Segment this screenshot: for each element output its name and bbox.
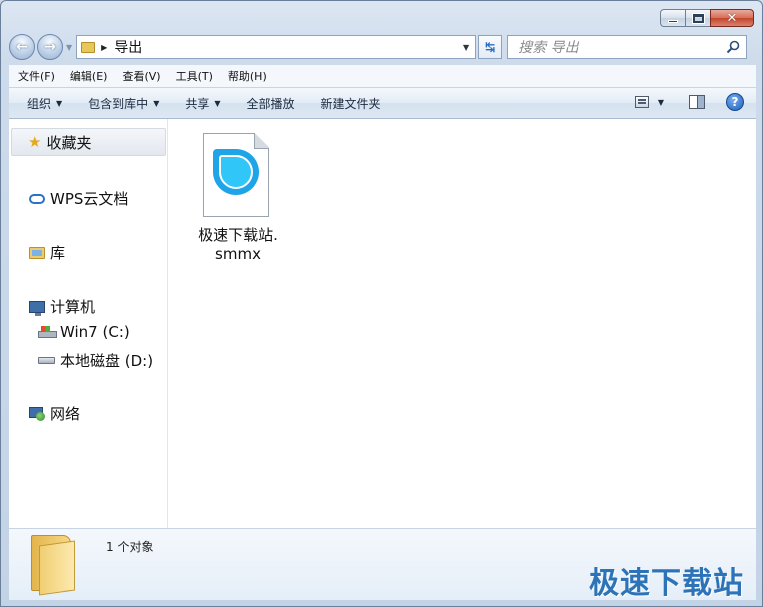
view-controls: ▼ ? — [634, 93, 744, 111]
sidebar-item-label: 网络 — [50, 405, 81, 423]
sidebar-item-label: Win7 (C:) — [60, 323, 130, 341]
hard-drive-icon — [38, 357, 55, 364]
organize-label: 组织 — [27, 96, 52, 111]
include-library-button[interactable]: 包含到库中 ▼ — [88, 95, 159, 112]
sidebar-item-drive-d[interactable]: 本地磁盘 (D:) — [38, 350, 153, 371]
system-drive-icon — [38, 326, 57, 338]
arrow-right-icon: → — [44, 39, 56, 55]
address-dropdown-icon[interactable]: ▼ — [463, 43, 469, 52]
folder-icon — [81, 41, 96, 53]
cloud-icon — [29, 193, 45, 204]
site-watermark: 极速下载站 — [589, 566, 744, 601]
navigation-bar: ← → ▼ ▶ 导出 ▼ ↹ 搜索 导出 — [9, 33, 756, 61]
folder-front — [39, 540, 75, 596]
back-button[interactable]: ← — [9, 34, 35, 60]
menu-help[interactable]: 帮助(H) — [228, 68, 267, 84]
sidebar-item-drive-c[interactable]: Win7 (C:) — [38, 323, 130, 341]
refresh-button[interactable]: ↹ — [478, 35, 503, 59]
sidebar-item-favorites[interactable]: ★ 收藏夹 — [11, 128, 166, 156]
computer-icon — [29, 300, 45, 316]
file-list[interactable]: 极速下载站. smmx — [168, 119, 756, 528]
command-bar: 组织 ▼ 包含到库中 ▼ 共享 ▼ 全部播放 新建文件夹 ▼ ? — [9, 87, 756, 119]
close-icon: ✕ — [726, 10, 738, 26]
sidebar-item-network[interactable]: 网络 — [29, 403, 80, 424]
menu-edit[interactable]: 编辑(E) — [70, 68, 108, 84]
file-name-line-2: smmx — [215, 245, 261, 263]
file-item[interactable]: 极速下载站. smmx — [188, 131, 288, 264]
sidebar-item-label: 库 — [50, 244, 66, 262]
sidebar-item-wps-cloud[interactable]: WPS云文档 — [29, 188, 128, 209]
sidebar-item-libraries[interactable]: 库 — [29, 242, 65, 263]
new-folder-button[interactable]: 新建文件夹 — [321, 95, 381, 112]
breadcrumb-arrow-icon[interactable]: ▶ — [101, 43, 107, 52]
address-bar[interactable]: ▶ 导出 ▼ — [76, 35, 477, 59]
recent-pages-dropdown[interactable]: ▼ — [66, 43, 72, 52]
menu-file[interactable]: 文件(F) — [18, 68, 55, 84]
search-icon[interactable] — [726, 40, 740, 54]
navigation-pane: ★ 收藏夹 WPS云文档 库 计算机 Win7 (C:) 本地磁盘 (D:) 网… — [9, 119, 168, 528]
view-options-dropdown[interactable]: ▼ — [658, 98, 664, 107]
chevron-down-icon: ▼ — [214, 98, 221, 108]
library-icon — [29, 246, 45, 259]
menu-bar: 文件(F) 编辑(E) 查看(V) 工具(T) 帮助(H) — [9, 65, 756, 87]
maximize-icon — [692, 13, 704, 23]
chevron-down-icon: ▼ — [56, 98, 63, 108]
file-name: 极速下载站. smmx — [188, 226, 288, 264]
menu-tools[interactable]: 工具(T) — [176, 68, 213, 84]
network-icon — [29, 406, 45, 421]
page-fold — [254, 133, 269, 149]
organize-button[interactable]: 组织 ▼ — [27, 95, 62, 112]
forward-button[interactable]: → — [37, 34, 63, 60]
minimize-icon — [668, 19, 678, 23]
chevron-down-icon: ▼ — [153, 98, 160, 108]
breadcrumb-current[interactable]: 导出 — [114, 37, 142, 57]
include-library-label: 包含到库中 — [88, 96, 149, 111]
simplemind-file-icon — [188, 131, 288, 221]
play-all-button[interactable]: 全部播放 — [247, 95, 295, 112]
arrow-left-icon: ← — [16, 39, 28, 55]
help-icon[interactable]: ? — [726, 93, 744, 111]
star-icon: ★ — [28, 132, 42, 151]
caption-buttons: ✕ — [660, 9, 754, 27]
play-all-label: 全部播放 — [246, 96, 295, 111]
sidebar-item-label: WPS云文档 — [50, 190, 129, 208]
refresh-icon: ↹ — [485, 40, 496, 54]
sidebar-item-label: 计算机 — [50, 298, 96, 316]
minimize-button[interactable] — [660, 9, 686, 27]
item-count: 1 个对象 — [106, 540, 154, 554]
preview-pane-icon[interactable] — [689, 95, 705, 109]
close-button[interactable]: ✕ — [710, 9, 754, 27]
share-label: 共享 — [185, 96, 210, 111]
maximize-button[interactable] — [685, 9, 711, 27]
sidebar-item-computer[interactable]: 计算机 — [29, 296, 95, 317]
simplemind-logo-icon — [213, 149, 259, 195]
search-placeholder[interactable]: 搜索 导出 — [518, 37, 578, 57]
folder-icon — [31, 535, 79, 596]
new-folder-label: 新建文件夹 — [320, 96, 381, 111]
search-box[interactable]: 搜索 导出 — [507, 35, 748, 59]
explorer-window: ✕ ← → ▼ ▶ 导出 ▼ ↹ 搜索 导出 文件(F) 编辑(E) 查看(V)… — [0, 0, 763, 607]
menu-view[interactable]: 查看(V) — [122, 68, 160, 84]
details-pane: 1 个对象 极速下载站 — [9, 528, 756, 601]
share-button[interactable]: 共享 ▼ — [185, 95, 220, 112]
file-name-line-1: 极速下载站. — [198, 226, 278, 244]
sidebar-item-label: 收藏夹 — [46, 133, 92, 152]
change-view-icon[interactable] — [634, 96, 649, 108]
sidebar-item-label: 本地磁盘 (D:) — [60, 352, 154, 370]
